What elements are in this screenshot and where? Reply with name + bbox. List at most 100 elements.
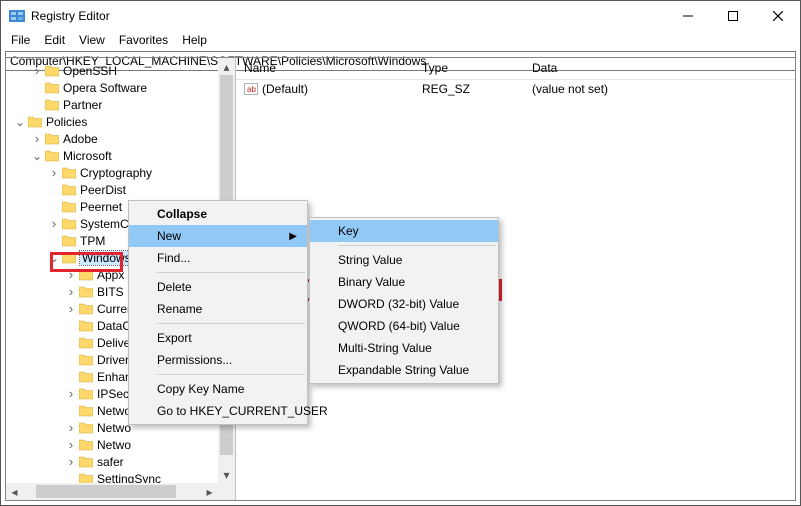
expand-glyph-icon[interactable]: ›: [65, 390, 77, 398]
expand-glyph-icon[interactable]: ›: [65, 424, 77, 432]
expand-glyph-icon[interactable]: ⌄: [31, 152, 43, 160]
expand-glyph-icon[interactable]: ›: [48, 169, 60, 177]
title-bar: Registry Editor: [1, 1, 800, 31]
tree-item-label: Cryptography: [80, 166, 152, 180]
col-name[interactable]: Name: [236, 58, 414, 79]
value-type: REG_SZ: [414, 82, 524, 96]
tree-horizontal-scrollbar[interactable]: ◂ ▸: [6, 483, 235, 500]
maximize-button[interactable]: [710, 1, 755, 31]
ctx-collapse[interactable]: Collapse: [129, 203, 307, 225]
tree-item[interactable]: ⌄ Microsoft: [6, 147, 235, 164]
ctx-new[interactable]: New ▶: [129, 225, 307, 247]
ctx-separator: [157, 323, 305, 324]
folder-icon: [62, 184, 76, 196]
folder-icon: [62, 218, 76, 230]
folder-icon: [45, 65, 59, 77]
folder-icon: [45, 150, 59, 162]
tree-item-label: Partner: [63, 98, 102, 112]
sub-qword-value[interactable]: QWORD (64-bit) Value: [310, 315, 498, 337]
col-data[interactable]: Data: [524, 58, 795, 79]
tree-item-label: Netwo: [97, 438, 131, 452]
expand-glyph-icon[interactable]: ›: [65, 288, 77, 296]
scroll-hthumb[interactable]: [36, 485, 176, 498]
ctx-separator: [157, 272, 305, 273]
tree-item-label: Peernet: [80, 200, 122, 214]
tree-item-label: BITS: [97, 285, 124, 299]
sub-key[interactable]: Key: [310, 220, 498, 242]
ctx-find[interactable]: Find...: [129, 247, 307, 269]
value-row[interactable]: ab (Default) REG_SZ (value not set): [236, 80, 795, 98]
expand-glyph-icon[interactable]: ›: [65, 458, 77, 466]
menu-view[interactable]: View: [79, 33, 105, 47]
ctx-new-label: New: [157, 229, 181, 243]
folder-icon: [79, 286, 93, 298]
expand-glyph-icon[interactable]: ›: [48, 220, 60, 228]
tree-item-label: Microsoft: [63, 149, 112, 163]
tree-item-label: TPM: [80, 234, 105, 248]
minimize-button[interactable]: [665, 1, 710, 31]
scroll-corner: [218, 483, 235, 500]
context-menu: Collapse New ▶ Find... Delete Rename Exp…: [128, 200, 308, 425]
scroll-left-icon[interactable]: ◂: [6, 483, 23, 500]
tree-item[interactable]: ⌄ Policies: [6, 113, 235, 130]
folder-icon: [45, 133, 59, 145]
tree-item-label: Appx: [97, 268, 124, 282]
tree-item[interactable]: PeerDist: [6, 181, 235, 198]
menu-edit[interactable]: Edit: [44, 33, 65, 47]
tree-item[interactable]: ›Adobe: [6, 130, 235, 147]
menu-help[interactable]: Help: [182, 33, 207, 47]
tree-item-label: PeerDist: [80, 183, 126, 197]
sub-string-value[interactable]: String Value: [310, 249, 498, 271]
folder-icon: [79, 371, 93, 383]
value-name: (Default): [262, 82, 308, 96]
expand-glyph-icon[interactable]: ⌄: [14, 118, 26, 126]
expand-glyph-icon[interactable]: ›: [65, 271, 77, 279]
tree-item[interactable]: Partner: [6, 96, 235, 113]
expand-glyph-icon[interactable]: ⌄: [48, 254, 60, 262]
ctx-permissions[interactable]: Permissions...: [129, 349, 307, 371]
window-title: Registry Editor: [31, 9, 110, 23]
expand-glyph-icon[interactable]: ›: [65, 305, 77, 313]
sub-dword-value[interactable]: DWORD (32-bit) Value: [310, 293, 498, 315]
tree-item[interactable]: › Cryptography: [6, 164, 235, 181]
sub-expandable-string-value[interactable]: Expandable String Value: [310, 359, 498, 381]
sub-multi-string-value[interactable]: Multi-String Value: [310, 337, 498, 359]
sub-binary-value[interactable]: Binary Value: [310, 271, 498, 293]
folder-icon: [45, 82, 59, 94]
scroll-down-icon[interactable]: ▾: [218, 466, 235, 483]
folder-icon: [79, 439, 93, 451]
values-header: Name Type Data: [236, 58, 795, 80]
tree-item-label: Netwo: [97, 421, 131, 435]
folder-icon: [79, 354, 93, 366]
ctx-go-to-hkcu[interactable]: Go to HKEY_CURRENT_USER: [129, 400, 307, 422]
col-type[interactable]: Type: [414, 58, 524, 79]
ctx-separator: [338, 245, 496, 246]
ctx-rename[interactable]: Rename: [129, 298, 307, 320]
scroll-up-icon[interactable]: ▴: [218, 58, 235, 75]
ctx-export[interactable]: Export: [129, 327, 307, 349]
value-data: (value not set): [524, 82, 795, 96]
tree-item-label: Policies: [46, 115, 87, 129]
menu-file[interactable]: File: [11, 33, 30, 47]
folder-icon: [79, 303, 93, 315]
menu-favorites[interactable]: Favorites: [119, 33, 168, 47]
expand-glyph-icon[interactable]: ›: [31, 135, 43, 143]
menu-bar: File Edit View Favorites Help: [1, 31, 800, 51]
window-controls: [665, 1, 800, 31]
folder-icon: [79, 422, 93, 434]
ctx-delete[interactable]: Delete: [129, 276, 307, 298]
tree-item-label: Netwo: [97, 404, 131, 418]
folder-icon: [28, 116, 42, 128]
folder-icon: [79, 405, 93, 417]
expand-glyph-icon[interactable]: ›: [65, 441, 77, 449]
close-button[interactable]: [755, 1, 800, 31]
ctx-copy-key-name[interactable]: Copy Key Name: [129, 378, 307, 400]
svg-text:ab: ab: [247, 85, 256, 94]
tree-item[interactable]: ›OpenSSH: [6, 62, 235, 79]
expand-glyph-icon[interactable]: ›: [31, 67, 43, 75]
folder-icon: [79, 388, 93, 400]
tree-item[interactable]: ›safer: [6, 453, 235, 470]
scroll-right-icon[interactable]: ▸: [201, 483, 218, 500]
tree-item[interactable]: › Netwo: [6, 436, 235, 453]
tree-item[interactable]: Opera Software: [6, 79, 235, 96]
